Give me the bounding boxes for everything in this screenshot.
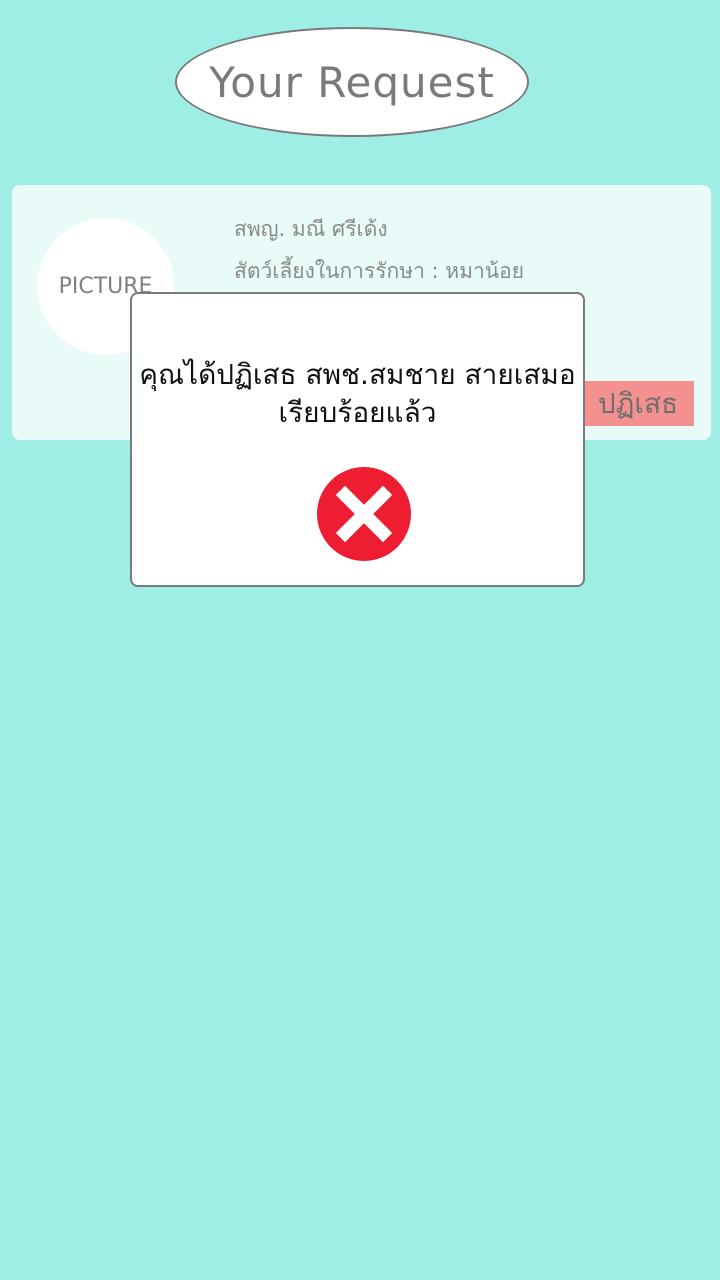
dialog-message: คุณได้ปฏิเสธ สพช.สมชาย สายเสมอ เรียบร้อย… bbox=[132, 356, 583, 432]
vet-name: สพญ. มณี ศรีเด้ง bbox=[234, 217, 388, 241]
dialog-message-line-2: เรียบร้อยแล้ว bbox=[278, 396, 437, 429]
reject-button[interactable]: ปฏิเสธ bbox=[582, 381, 694, 426]
page-title-oval: Your Request bbox=[175, 27, 529, 137]
dialog-message-line-1: คุณได้ปฏิเสธ สพช.สมชาย สายเสมอ bbox=[139, 358, 576, 391]
confirmation-dialog: คุณได้ปฏิเสธ สพช.สมชาย สายเสมอ เรียบร้อย… bbox=[130, 292, 585, 587]
page-title: Your Request bbox=[209, 57, 495, 107]
pet-info: สัตว์เลี้ยงในการรักษา : หมาน้อย bbox=[234, 259, 525, 283]
error-x-icon bbox=[317, 467, 411, 561]
